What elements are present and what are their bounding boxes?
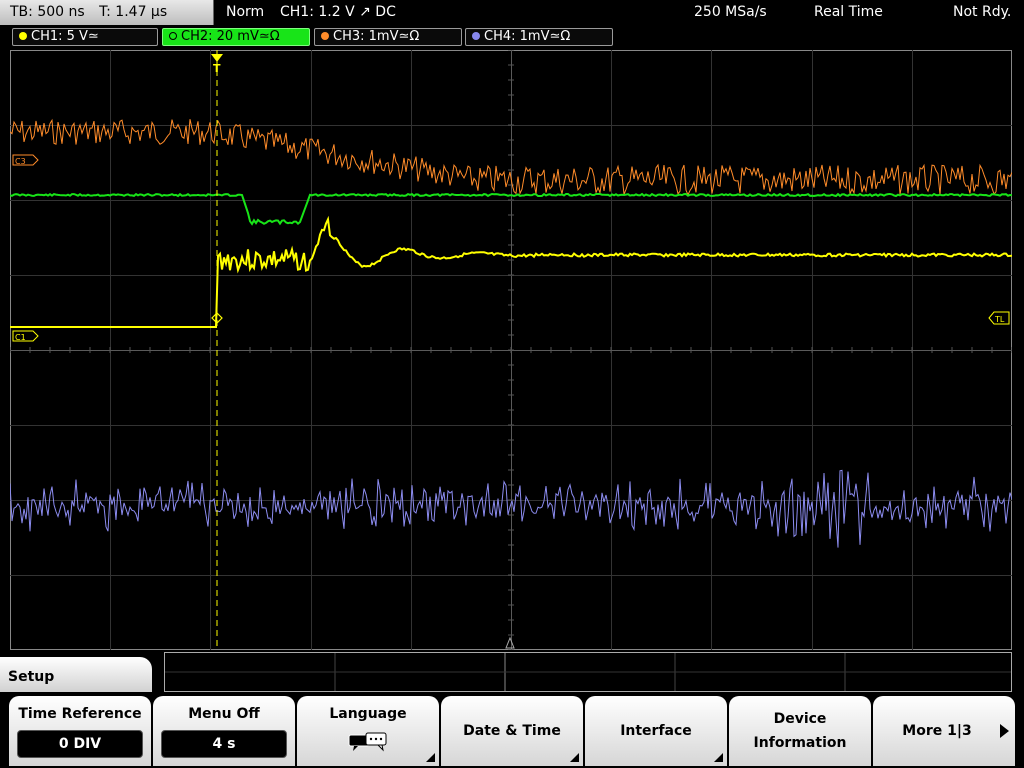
time-reference-softkey[interactable]: Time Reference 0 DIV bbox=[9, 696, 151, 766]
trigger-mode: Norm bbox=[226, 4, 265, 20]
submenu-indicator-icon bbox=[570, 753, 579, 762]
menu-off-label: Menu Off bbox=[188, 706, 260, 722]
timebase-box[interactable]: TB: 500 ns T: 1.47 µs bbox=[0, 0, 214, 25]
acquisition-mode: Real Time bbox=[814, 4, 883, 20]
trigger-info: CH1: 1.2 V ↗ DC bbox=[280, 4, 396, 20]
submenu-indicator-icon bbox=[426, 753, 435, 762]
time-reference-value[interactable]: 0 DIV bbox=[17, 730, 143, 758]
next-page-arrow-icon bbox=[1000, 724, 1009, 738]
channel-4-button[interactable]: CH4: 1mV≃Ω bbox=[465, 28, 613, 46]
date-time-label: Date & Time bbox=[463, 723, 561, 739]
c1-marker-label: C1 bbox=[15, 333, 26, 342]
ch4-label: CH4: 1mV≃Ω bbox=[484, 29, 571, 44]
trigger-level-marker[interactable]: TL bbox=[988, 311, 1010, 325]
ch4-dot-icon bbox=[472, 32, 480, 40]
trigger-time: T: 1.47 µs bbox=[99, 4, 168, 20]
interface-label: Interface bbox=[620, 723, 692, 739]
menu-off-value[interactable]: 4 s bbox=[161, 730, 287, 758]
more-label: More 1|3 bbox=[902, 723, 972, 739]
ch3-dot-icon bbox=[321, 32, 329, 40]
ch1-dot-icon bbox=[19, 32, 27, 40]
device-information-label: Device Information bbox=[729, 707, 871, 755]
waveform-canvas[interactable]: T C3 C1 TL bbox=[9, 49, 1013, 651]
channel-3-button[interactable]: CH3: 1mV≃Ω bbox=[314, 28, 462, 46]
timebase: TB: 500 ns bbox=[10, 4, 85, 20]
ch3-label: CH3: 1mV≃Ω bbox=[333, 29, 420, 44]
zoom-strip-grid bbox=[165, 653, 1011, 691]
softkey-bar: Time Reference 0 DIV Menu Off 4 s Langua… bbox=[0, 692, 1024, 768]
channel-bar: CH1: 5 V≃ CH2: 20 mV≃Ω CH3: 1mV≃Ω CH4: 1… bbox=[0, 25, 1024, 49]
channel-2-button[interactable]: CH2: 20 mV≃Ω bbox=[162, 28, 310, 46]
language-label: Language bbox=[329, 706, 407, 722]
menu-title: Setup bbox=[8, 669, 55, 685]
ch2-dot-icon bbox=[169, 32, 177, 40]
c3-marker[interactable]: C3 bbox=[12, 154, 39, 166]
c3-marker-label: C3 bbox=[15, 157, 26, 166]
device-information-line1: Device bbox=[773, 711, 827, 727]
submenu-indicator-icon bbox=[714, 753, 723, 762]
acquisition-state: Not Rdy. bbox=[953, 4, 1012, 20]
status-bar: TB: 500 ns T: 1.47 µs Norm CH1: 1.2 V ↗ … bbox=[0, 0, 1024, 25]
speech-bubble-icon bbox=[348, 732, 387, 752]
waveform-display[interactable]: T C3 C1 TL bbox=[9, 49, 1013, 651]
tl-marker-label: TL bbox=[994, 315, 1005, 324]
menu-off-softkey[interactable]: Menu Off 4 s bbox=[153, 696, 295, 766]
channel-1-button[interactable]: CH1: 5 V≃ bbox=[12, 28, 158, 46]
language-softkey[interactable]: Language bbox=[297, 696, 439, 766]
sample-rate: 250 MSa/s bbox=[694, 4, 767, 20]
date-time-softkey[interactable]: Date & Time bbox=[441, 696, 583, 766]
ch1-label: CH1: 5 V≃ bbox=[31, 29, 99, 44]
trigger-t-marker: T bbox=[213, 62, 221, 75]
time-reference-label: Time Reference bbox=[18, 706, 142, 722]
more-softkey[interactable]: More 1|3 bbox=[873, 696, 1015, 766]
zoom-strip bbox=[164, 652, 1012, 692]
c1-marker[interactable]: C1 bbox=[12, 330, 39, 342]
device-information-line2: Information bbox=[753, 735, 847, 751]
ch2-label: CH2: 20 mV≃Ω bbox=[181, 29, 280, 44]
interface-softkey[interactable]: Interface bbox=[585, 696, 727, 766]
device-information-softkey[interactable]: Device Information bbox=[729, 696, 871, 766]
